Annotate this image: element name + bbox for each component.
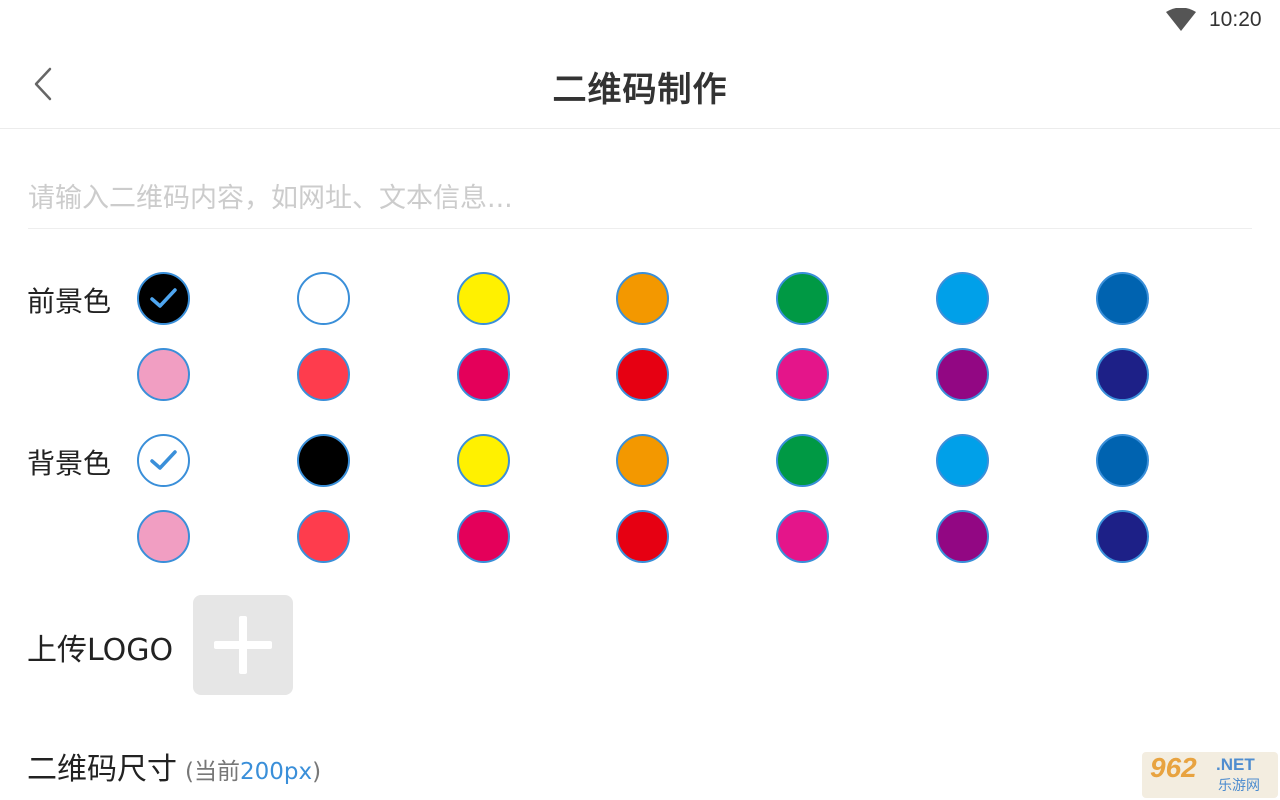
watermark-name: 乐游网: [1218, 778, 1260, 794]
foreground-color-swatch[interactable]: [297, 272, 350, 325]
foreground-color-swatch[interactable]: [776, 272, 829, 325]
header: 二维码制作: [0, 40, 1280, 129]
foreground-color-swatch[interactable]: [1096, 272, 1149, 325]
qr-size-note-open: (当前: [185, 759, 240, 785]
foreground-color-swatch[interactable]: [616, 272, 669, 325]
qr-size-value: 200px: [239, 759, 313, 785]
status-time: 10:20: [1209, 8, 1262, 31]
page-title: 二维码制作: [552, 70, 728, 110]
qr-content-input[interactable]: [28, 168, 1252, 229]
background-color-swatch[interactable]: [1096, 510, 1149, 563]
qr-size-note: (当前200px): [185, 759, 321, 785]
background-color-swatch[interactable]: [936, 510, 989, 563]
background-color-swatch[interactable]: [297, 434, 350, 487]
qr-size-note-close: ): [312, 759, 322, 785]
upload-logo-button[interactable]: [193, 595, 293, 695]
checkmark-icon: [150, 288, 177, 308]
foreground-color-swatch[interactable]: [1096, 348, 1149, 401]
background-color-swatch[interactable]: [297, 510, 350, 563]
foreground-color-swatch[interactable]: [457, 348, 510, 401]
background-color-swatch[interactable]: [936, 434, 989, 487]
foreground-color-swatch-selected[interactable]: [137, 272, 190, 325]
background-color-swatch[interactable]: [457, 510, 510, 563]
background-color-label: 背景色: [27, 447, 112, 480]
foreground-color-swatch[interactable]: [616, 348, 669, 401]
background-color-swatch-selected[interactable]: [137, 434, 190, 487]
background-color-swatch[interactable]: [1096, 434, 1149, 487]
background-color-swatch[interactable]: [137, 510, 190, 563]
background-color-swatch[interactable]: [457, 434, 510, 487]
foreground-color-swatch[interactable]: [936, 272, 989, 325]
background-color-swatch[interactable]: [616, 434, 669, 487]
qr-size-row: 二维码尺寸 (当前200px): [27, 744, 321, 788]
foreground-color-swatch[interactable]: [776, 348, 829, 401]
watermark-domain: .NET: [1216, 755, 1255, 774]
background-color-swatch[interactable]: [776, 434, 829, 487]
foreground-color-swatch[interactable]: [137, 348, 190, 401]
foreground-color-swatch[interactable]: [297, 348, 350, 401]
qr-size-label: 二维码尺寸: [27, 752, 177, 787]
watermark-logo: 962 .NET 乐游网: [1142, 752, 1278, 798]
foreground-color-swatch[interactable]: [457, 272, 510, 325]
checkmark-icon: [150, 450, 177, 470]
background-color-swatch[interactable]: [776, 510, 829, 563]
foreground-color-swatch[interactable]: [936, 348, 989, 401]
background-color-swatch[interactable]: [616, 510, 669, 563]
foreground-color-label: 前景色: [27, 285, 112, 318]
watermark-brand: 962: [1150, 752, 1197, 783]
status-bar: 10:20: [0, 0, 1280, 40]
upload-logo-label: 上传LOGO: [27, 633, 174, 668]
wifi-icon: [1166, 8, 1196, 31]
